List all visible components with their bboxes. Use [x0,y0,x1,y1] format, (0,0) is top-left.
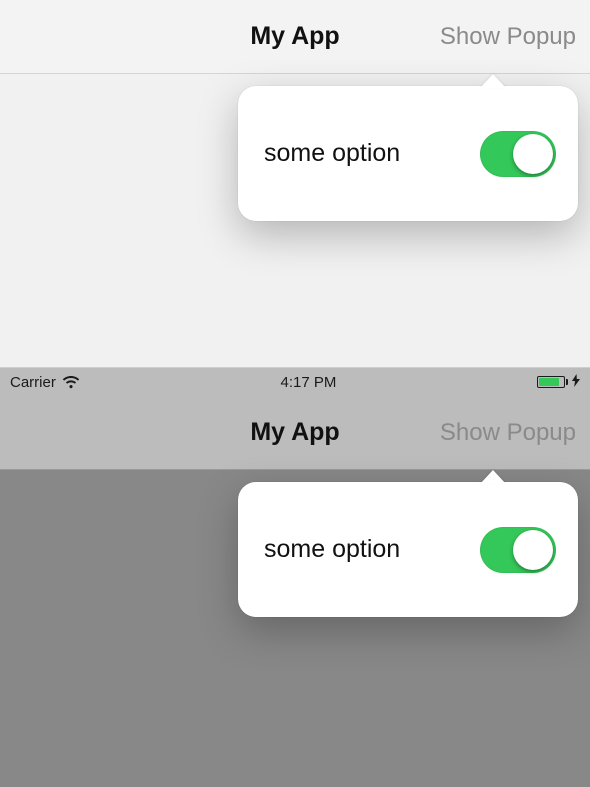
option-switch[interactable] [480,527,556,573]
carrier-label: Carrier [10,374,56,391]
popover: some option [238,86,578,221]
wifi-icon [62,376,80,389]
navigation-bar: My App Show Popup [0,0,590,74]
option-label: some option [264,139,400,168]
switch-knob [513,134,553,174]
option-label: some option [264,535,400,564]
switch-knob [513,530,553,570]
show-popup-button[interactable]: Show Popup [440,0,576,73]
show-popup-button[interactable]: Show Popup [440,396,576,469]
navigation-bar: My App Show Popup [0,396,590,470]
clock-label: 4:17 PM [280,374,336,391]
nav-title: My App [250,22,339,51]
screenshot-top: My App Show Popup some option [0,0,590,368]
nav-title: My App [250,418,339,447]
status-bar: Carrier 4:17 PM [0,368,590,396]
charging-icon [572,374,580,391]
screenshot-bottom: Carrier 4:17 PM My App Show Popup some o… [0,368,590,787]
battery-icon [537,376,568,388]
option-switch[interactable] [480,131,556,177]
popover: some option [238,482,578,617]
